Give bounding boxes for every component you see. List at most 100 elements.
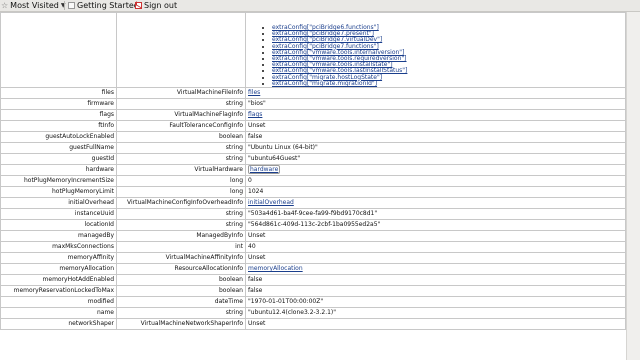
property-row: modified dateTime "1970-01-01T00:00:00Z" (0, 296, 626, 308)
property-type: string (116, 307, 246, 319)
extra-config-row: extraConfig["pciBridge6.functions"]extra… (0, 12, 626, 88)
property-value: "ubuntu64Guest" (245, 153, 626, 165)
sign-out-bookmark[interactable]: Sign out (135, 0, 177, 11)
property-value-cell: memoryAllocation (245, 263, 626, 275)
property-type: VirtualMachineAffinityInfo (116, 252, 246, 264)
property-value: 40 (245, 241, 626, 253)
property-row: guestId string "ubuntu64Guest" (0, 153, 626, 165)
property-name: guestId (0, 153, 117, 165)
property-row: initialOverhead VirtualMachineConfigInfoO… (0, 197, 626, 209)
gmail-icon (135, 2, 142, 9)
property-row: ftInfo FaultToleranceConfigInfo Unset (0, 120, 626, 132)
property-name: modified (0, 296, 117, 308)
sign-out-label: Sign out (144, 1, 178, 10)
property-name: initialOverhead (0, 197, 117, 209)
property-row: hotPlugMemoryLimit long 1024 (0, 186, 626, 198)
property-name: firmware (0, 98, 117, 110)
extra-config-item: extraConfig["migrate.migrationId"] (272, 80, 623, 87)
toolbar-separator (64, 1, 65, 10)
property-row: guestFullName string "Ubuntu Linux (64-bit… (0, 142, 626, 154)
properties-page: extraConfig["pciBridge6.functions"]extra… (0, 12, 626, 360)
property-type: VirtualMachineConfigInfoOverheadInfo (116, 197, 246, 209)
property-type: VirtualMachineNetworkShaperInfo (116, 318, 246, 330)
extra-config-list: extraConfig["pciBridge6.functions"]extra… (248, 24, 623, 87)
property-row: instanceUuid string "503a4d61-ba4f-9cee-fa… (0, 208, 626, 220)
property-row: firmware string "bios" (0, 98, 626, 110)
property-name: files (0, 87, 117, 99)
property-type: long (116, 186, 246, 198)
property-row: memoryReservationLockedToMax boolean false (0, 285, 626, 297)
property-type: boolean (116, 285, 246, 297)
property-name: name (0, 307, 117, 319)
getting-started-bookmark[interactable]: Getting Started (68, 0, 139, 11)
property-value: Unset (245, 230, 626, 242)
property-type: string (116, 153, 246, 165)
property-value: "503a4d61-ba4f-9cee-fa99-f9bd9170c8d1" (245, 208, 626, 220)
property-value: "Ubuntu Linux (64-bit)" (245, 142, 626, 154)
property-name: managedBy (0, 230, 117, 242)
property-type: string (116, 208, 246, 220)
property-type: int (116, 241, 246, 253)
property-value: Unset (245, 120, 626, 132)
star-icon: ☆ (1, 1, 9, 10)
property-type: VirtualMachineFileInfo (116, 87, 246, 99)
property-row: guestAutoLockEnabled boolean false (0, 131, 626, 143)
page-icon (68, 2, 75, 9)
property-type: string (116, 142, 246, 154)
property-type: VirtualMachineFlagInfo (116, 109, 246, 121)
property-row: memoryAllocation ResourceAllocationInfo me… (0, 263, 626, 275)
property-name: ftInfo (0, 120, 117, 132)
property-value: 0 (245, 175, 626, 187)
property-value: 1024 (245, 186, 626, 198)
property-value: false (245, 285, 626, 297)
property-value-link[interactable]: initialOverhead (248, 199, 294, 206)
property-row: hotPlugMemoryIncrementSize long 0 (0, 175, 626, 187)
property-row: locationId string "564d861c-409d-113c-2cbf… (0, 219, 626, 231)
property-type: FaultToleranceConfigInfo (116, 120, 246, 132)
property-value: "ubuntu12.4(clone3.2-3.2.1)" (245, 307, 626, 319)
property-row: networkShaper VirtualMachineNetworkShaper… (0, 318, 626, 330)
property-value-cell: hardware (245, 164, 626, 176)
property-row: memoryAffinity VirtualMachineAffinityInfo… (0, 252, 626, 264)
property-name: guestAutoLockEnabled (0, 131, 117, 143)
property-type: ResourceAllocationInfo (116, 263, 246, 275)
property-name: memoryAllocation (0, 263, 117, 275)
property-name: maxMksConnections (0, 241, 117, 253)
most-visited-bookmark[interactable]: ☆ Most Visited ▼ (1, 0, 66, 11)
property-name: instanceUuid (0, 208, 117, 220)
property-name: memoryReservationLockedToMax (0, 285, 117, 297)
getting-started-label: Getting Started (77, 1, 139, 10)
property-row: maxMksConnections int 40 (0, 241, 626, 253)
property-row: files VirtualMachineFileInfo files (0, 87, 626, 99)
property-value-link[interactable]: memoryAllocation (248, 265, 303, 272)
property-value-cell: files (245, 87, 626, 99)
property-value: false (245, 274, 626, 286)
property-type: long (116, 175, 246, 187)
property-value: "1970-01-01T00:00:00Z" (245, 296, 626, 308)
property-row: flags VirtualMachineFlagInfo flags (0, 109, 626, 121)
property-value-cell: flags (245, 109, 626, 121)
property-value-link[interactable]: files (248, 89, 260, 96)
property-name: guestFullName (0, 142, 117, 154)
property-value-cell: initialOverhead (245, 197, 626, 209)
property-type: boolean (116, 274, 246, 286)
property-type: string (116, 98, 246, 110)
property-value-link[interactable]: hardware (248, 165, 281, 174)
properties-table: extraConfig["pciBridge6.functions"]extra… (0, 12, 626, 330)
property-name: memoryHotAddEnabled (0, 274, 117, 286)
vertical-scrollbar[interactable] (626, 12, 640, 360)
property-row: hardware VirtualHardware hardware (0, 164, 626, 176)
property-type: ManagedByInfo (116, 230, 246, 242)
property-row: managedBy ManagedByInfo Unset (0, 230, 626, 242)
extra-config-link[interactable]: extraConfig["migrate.migrationId"] (272, 80, 377, 87)
property-value: false (245, 131, 626, 143)
property-name: hotPlugMemoryIncrementSize (0, 175, 117, 187)
property-type: boolean (116, 131, 246, 143)
property-name: networkShaper (0, 318, 117, 330)
property-type: dateTime (116, 296, 246, 308)
property-value-link[interactable]: flags (248, 111, 262, 118)
property-name: hardware (0, 164, 117, 176)
most-visited-label: Most Visited (10, 1, 59, 10)
bookmarks-toolbar: ☆ Most Visited ▼ Getting Started Sign ou… (0, 0, 640, 12)
property-name: flags (0, 109, 117, 121)
